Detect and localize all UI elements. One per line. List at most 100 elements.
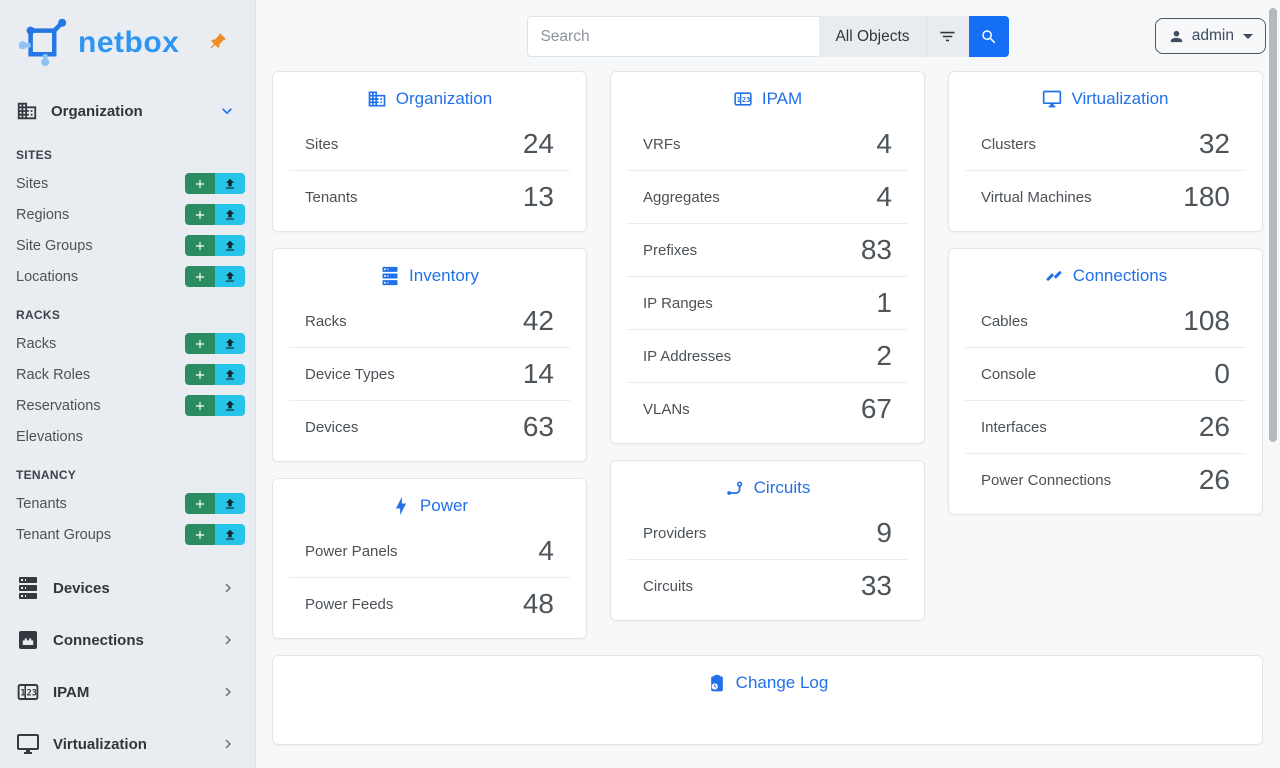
clipboard-clock-icon <box>707 673 727 693</box>
changelog-card-title[interactable]: Change Log <box>273 656 1262 702</box>
stat-value-prefixes[interactable]: 83 <box>861 236 892 264</box>
sidebar-group-ipam[interactable]: IPAM <box>16 666 245 718</box>
stat-link-interfaces[interactable]: Interfaces <box>981 419 1047 436</box>
stat-link-tenants[interactable]: Tenants <box>305 189 358 206</box>
stat-link-vlans[interactable]: VLANs <box>643 401 690 418</box>
add-rack-roles-button[interactable] <box>185 364 215 385</box>
stat-value-circuits[interactable]: 33 <box>861 572 892 600</box>
import-tenants-button[interactable] <box>215 493 245 514</box>
page-scrollbar[interactable] <box>1269 8 1277 442</box>
section-label-sites: SITES <box>16 148 245 162</box>
stat-value-vlans[interactable]: 67 <box>861 395 892 423</box>
user-menu-button[interactable]: admin <box>1155 18 1266 54</box>
stat-value-ip-addresses[interactable]: 2 <box>876 342 892 370</box>
virtualization-card-title[interactable]: Virtualization <box>949 72 1262 118</box>
stat-link-power-feeds[interactable]: Power Feeds <box>305 596 393 613</box>
import-tenant-groups-button[interactable] <box>215 524 245 545</box>
import-regions-button[interactable] <box>215 204 245 225</box>
organization-card: Organization Sites 24 Tenants 13 <box>272 71 587 232</box>
sidebar-link-reservations[interactable]: Reservations <box>16 398 101 414</box>
sidebar-link-tenant-groups[interactable]: Tenant Groups <box>16 527 111 543</box>
add-tenants-button[interactable] <box>185 493 215 514</box>
filter-button[interactable] <box>926 16 969 57</box>
add-racks-button[interactable] <box>185 333 215 354</box>
stat-value-console[interactable]: 0 <box>1214 360 1230 388</box>
chevron-right-icon <box>219 579 237 597</box>
sidebar-link-locations[interactable]: Locations <box>16 269 78 285</box>
stat-value-ip-ranges[interactable]: 1 <box>876 289 892 317</box>
stat-value-device-types[interactable]: 14 <box>523 360 554 388</box>
sidebar-item-site-groups: Site Groups <box>16 230 245 261</box>
stat-value-power-panels[interactable]: 4 <box>538 537 554 565</box>
stat-link-console[interactable]: Console <box>981 366 1036 383</box>
stat-link-devices[interactable]: Devices <box>305 419 358 436</box>
sidebar-group-virtualization[interactable]: Virtualization <box>16 718 245 768</box>
stat-link-power-panels[interactable]: Power Panels <box>305 543 398 560</box>
sidebar-link-regions[interactable]: Regions <box>16 207 69 223</box>
netbox-logo-icon[interactable] <box>16 16 70 70</box>
stat-value-power-feeds[interactable]: 48 <box>523 590 554 618</box>
stat-link-virtual-machines[interactable]: Virtual Machines <box>981 189 1092 206</box>
add-site-groups-button[interactable] <box>185 235 215 256</box>
stat-link-racks[interactable]: Racks <box>305 313 347 330</box>
stat-link-power-connections[interactable]: Power Connections <box>981 472 1111 489</box>
circuits-card-title[interactable]: Circuits <box>611 461 924 507</box>
sidebar-link-tenants[interactable]: Tenants <box>16 496 67 512</box>
stat-value-aggregates[interactable]: 4 <box>876 183 892 211</box>
add-tenant-groups-button[interactable] <box>185 524 215 545</box>
sidebar-link-rack-roles[interactable]: Rack Roles <box>16 367 90 383</box>
sidebar-pin-button[interactable] <box>207 32 227 55</box>
connections-card-title[interactable]: Connections <box>949 249 1262 295</box>
add-locations-button[interactable] <box>185 266 215 287</box>
add-regions-button[interactable] <box>185 204 215 225</box>
stat-value-devices[interactable]: 63 <box>523 413 554 441</box>
import-rack-roles-button[interactable] <box>215 364 245 385</box>
sidebar-group-connections[interactable]: Connections <box>16 614 245 666</box>
power-card-title[interactable]: Power <box>273 479 586 525</box>
stat-link-sites[interactable]: Sites <box>305 136 338 153</box>
stat-link-device-types[interactable]: Device Types <box>305 366 395 383</box>
stat-link-providers[interactable]: Providers <box>643 525 706 542</box>
stat-link-ip-addresses[interactable]: IP Addresses <box>643 348 731 365</box>
brand-name[interactable]: netbox <box>78 26 207 60</box>
add-reservations-button[interactable] <box>185 395 215 416</box>
stat-link-cables[interactable]: Cables <box>981 313 1028 330</box>
import-sites-button[interactable] <box>215 173 245 194</box>
stat-value-sites[interactable]: 24 <box>523 130 554 158</box>
search-submit-button[interactable] <box>969 16 1009 57</box>
stat-link-circuits[interactable]: Circuits <box>643 578 693 595</box>
stat-value-clusters[interactable]: 32 <box>1199 130 1230 158</box>
card-title-label: Virtualization <box>1071 89 1168 109</box>
stat-link-ip-ranges[interactable]: IP Ranges <box>643 295 713 312</box>
sidebar-group-devices[interactable]: Devices <box>16 562 245 614</box>
sidebar-link-elevations[interactable]: Elevations <box>16 429 83 445</box>
import-reservations-button[interactable] <box>215 395 245 416</box>
search-input[interactable] <box>527 16 819 57</box>
ipam-card-title[interactable]: IPAM <box>611 72 924 118</box>
stat-value-interfaces[interactable]: 26 <box>1199 413 1230 441</box>
add-sites-button[interactable] <box>185 173 215 194</box>
search-scope-button[interactable]: All Objects <box>819 16 925 57</box>
organization-card-title[interactable]: Organization <box>273 72 586 118</box>
sidebar-link-site-groups[interactable]: Site Groups <box>16 238 93 254</box>
stat-value-providers[interactable]: 9 <box>876 519 892 547</box>
stat-link-aggregates[interactable]: Aggregates <box>643 189 720 206</box>
sidebar-link-sites[interactable]: Sites <box>16 176 48 192</box>
stat-row: Devices 63 <box>289 400 570 453</box>
stat-link-prefixes[interactable]: Prefixes <box>643 242 697 259</box>
inventory-card-title[interactable]: Inventory <box>273 249 586 295</box>
import-site-groups-button[interactable] <box>215 235 245 256</box>
stat-value-vrfs[interactable]: 4 <box>876 130 892 158</box>
import-locations-button[interactable] <box>215 266 245 287</box>
stat-value-cables[interactable]: 108 <box>1183 307 1230 335</box>
stat-value-racks[interactable]: 42 <box>523 307 554 335</box>
import-racks-button[interactable] <box>215 333 245 354</box>
stat-value-tenants[interactable]: 13 <box>523 183 554 211</box>
sidebar-group-organization[interactable]: Organization <box>16 90 245 132</box>
stat-link-vrfs[interactable]: VRFs <box>643 136 681 153</box>
card-title-label: Circuits <box>754 478 811 498</box>
stat-value-virtual-machines[interactable]: 180 <box>1183 183 1230 211</box>
stat-link-clusters[interactable]: Clusters <box>981 136 1036 153</box>
sidebar-link-racks[interactable]: Racks <box>16 336 56 352</box>
stat-value-power-connections[interactable]: 26 <box>1199 466 1230 494</box>
